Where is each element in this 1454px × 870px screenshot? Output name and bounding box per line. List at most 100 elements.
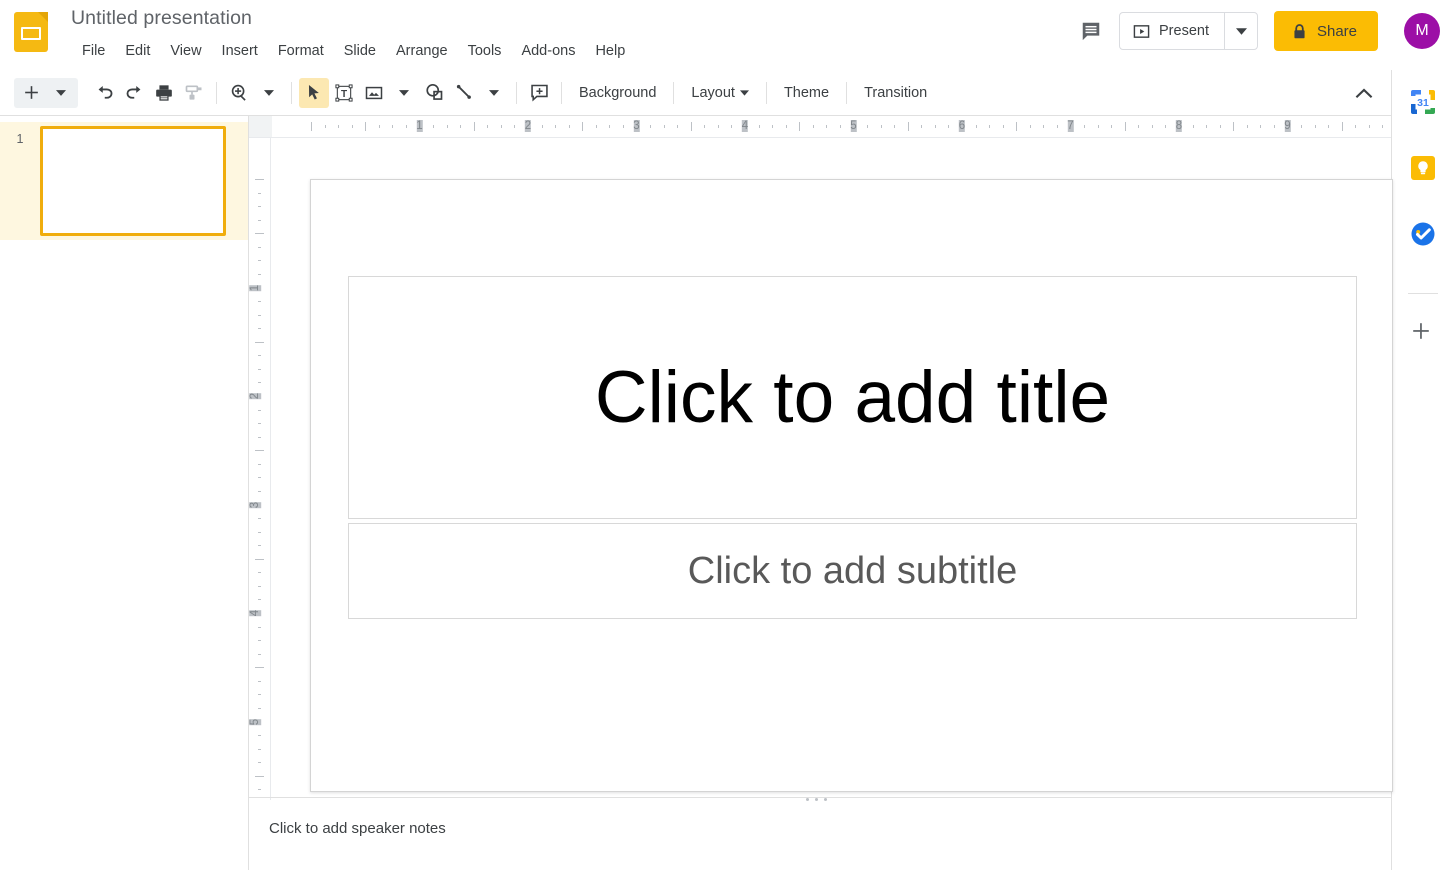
ruler-tick [677, 125, 678, 128]
ruler-tick [1043, 125, 1044, 128]
theme-button[interactable]: Theme [774, 80, 839, 106]
ruler-tick [650, 125, 651, 128]
plus-icon [1410, 320, 1432, 342]
line-options-button[interactable] [479, 78, 509, 108]
title-placeholder[interactable]: Click to add title [348, 276, 1357, 519]
title-placeholder-text: Click to add title [595, 356, 1110, 439]
present-options-button[interactable] [1224, 13, 1257, 49]
ruler-tick [1247, 125, 1248, 128]
menu-view[interactable]: View [160, 40, 211, 62]
ruler-tick [258, 274, 261, 275]
ruler-tick [772, 125, 773, 128]
slide-thumbnail[interactable] [40, 126, 226, 236]
menu-file[interactable]: File [72, 40, 115, 62]
cursor-select-icon [305, 83, 324, 102]
chevron-down-icon [489, 90, 499, 96]
ruler-tick [813, 125, 814, 128]
line-button[interactable] [449, 78, 479, 108]
ruler-tick [487, 125, 488, 128]
ruler-tick [255, 559, 264, 560]
select-tool-button[interactable] [299, 78, 329, 108]
insert-image-button[interactable] [359, 78, 389, 108]
layout-button[interactable]: Layout [681, 80, 759, 106]
chevron-down-icon [740, 90, 749, 96]
zoom-in-icon [229, 82, 250, 103]
share-button[interactable]: Share [1274, 11, 1378, 51]
chevron-up-icon [1355, 88, 1373, 99]
comment-history-button[interactable] [1074, 14, 1108, 48]
ruler-tick [623, 125, 624, 128]
menu-addons[interactable]: Add-ons [511, 40, 585, 62]
redo-button[interactable] [119, 78, 149, 108]
menu-edit[interactable]: Edit [115, 40, 160, 62]
slide-number: 1 [0, 132, 40, 146]
avatar[interactable]: M [1404, 13, 1440, 49]
ruler-tick [255, 450, 264, 451]
ruler-tick [582, 122, 583, 131]
ruler-tick [258, 762, 261, 763]
google-calendar-icon[interactable]: 31 [1410, 89, 1436, 115]
text-box-button[interactable]: T [329, 78, 359, 108]
print-button[interactable] [149, 78, 179, 108]
menu-insert[interactable]: Insert [212, 40, 268, 62]
slide-filmstrip[interactable]: 1 [0, 116, 249, 870]
horizontal-ruler[interactable]: 123456789 [249, 116, 1391, 138]
ruler-tick [664, 125, 665, 128]
background-label: Background [579, 85, 656, 101]
paint-format-button[interactable] [179, 78, 209, 108]
ruler-tick [258, 599, 261, 600]
menu-format[interactable]: Format [268, 40, 334, 62]
add-comment-button[interactable] [524, 78, 554, 108]
ruler-tick-label: 5 [850, 120, 856, 132]
present-button[interactable]: Present [1120, 13, 1224, 49]
ruler-tick [392, 125, 393, 128]
menu-help[interactable]: Help [585, 40, 635, 62]
zoom-options-button[interactable] [254, 78, 284, 108]
vertical-ruler[interactable]: 12345 [249, 138, 271, 800]
ruler-tick [406, 125, 407, 128]
ruler-tick [514, 125, 515, 128]
present-play-icon [1133, 23, 1150, 40]
filmstrip-slide-1[interactable]: 1 [0, 122, 248, 240]
side-panel: 31 [1391, 70, 1454, 870]
ruler-tick [474, 122, 475, 131]
new-slide-options-button[interactable] [46, 78, 76, 108]
collapse-toolbar-button[interactable] [1349, 78, 1379, 108]
plus-icon [22, 83, 41, 102]
document-title[interactable]: Untitled presentation [71, 7, 252, 30]
slides-icon [14, 12, 48, 52]
ruler-tick [1369, 125, 1370, 128]
image-icon [364, 83, 384, 103]
canvas-area[interactable]: Click to add title Click to add subtitle [271, 138, 1391, 800]
undo-button[interactable] [89, 78, 119, 108]
slide-canvas[interactable]: Click to add title Click to add subtitle [310, 179, 1393, 792]
notes-resize-handle[interactable] [806, 798, 827, 801]
ruler-tick [759, 125, 760, 128]
ruler-tick [1342, 122, 1343, 131]
ruler-tick [1301, 125, 1302, 128]
ruler-tick [352, 125, 353, 128]
new-slide-button[interactable] [16, 78, 46, 108]
insert-image-options-button[interactable] [389, 78, 419, 108]
background-button[interactable]: Background [569, 80, 666, 106]
menu-slide[interactable]: Slide [334, 40, 386, 62]
google-keep-icon[interactable] [1410, 155, 1436, 181]
menu-arrange[interactable]: Arrange [386, 40, 458, 62]
shape-button[interactable] [419, 78, 449, 108]
ruler-tick [258, 627, 261, 628]
ruler-tick [258, 735, 261, 736]
zoom-button[interactable] [224, 78, 254, 108]
ruler-tick [258, 369, 261, 370]
menu-tools[interactable]: Tools [458, 40, 512, 62]
get-addons-button[interactable] [1410, 320, 1436, 346]
print-icon [154, 83, 174, 103]
ruler-tick [255, 179, 264, 180]
transition-button[interactable]: Transition [854, 80, 937, 106]
google-tasks-icon[interactable] [1410, 221, 1436, 247]
subtitle-placeholder[interactable]: Click to add subtitle [348, 523, 1357, 619]
ruler-tick [258, 260, 261, 261]
app-header: Untitled presentation File Edit View Ins… [0, 0, 1454, 70]
chevron-down-icon [264, 90, 274, 96]
speaker-notes-panel[interactable]: Click to add speaker notes [249, 806, 1391, 870]
ruler-tick [1315, 125, 1316, 128]
